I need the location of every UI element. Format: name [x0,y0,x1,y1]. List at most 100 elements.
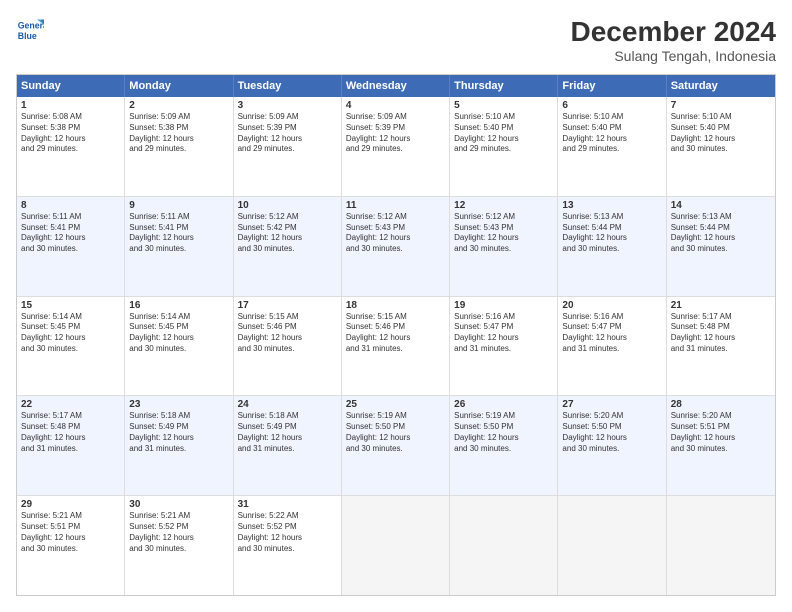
cell-text: Sunrise: 5:14 AM Sunset: 5:45 PM Dayligh… [21,312,120,355]
calendar-cell: 6 Sunrise: 5:10 AM Sunset: 5:40 PM Dayli… [558,97,666,196]
calendar-header: SundayMondayTuesdayWednesdayThursdayFrid… [17,75,775,97]
day-number: 14 [671,200,771,211]
title-block: December 2024 Sulang Tengah, Indonesia [571,16,776,64]
cell-text: Sunrise: 5:20 AM Sunset: 5:51 PM Dayligh… [671,411,771,454]
day-number: 2 [129,100,228,111]
day-number: 7 [671,100,771,111]
day-number: 25 [346,399,445,410]
cell-text: Sunrise: 5:12 AM Sunset: 5:43 PM Dayligh… [346,212,445,255]
day-number: 22 [21,399,120,410]
cell-text: Sunrise: 5:10 AM Sunset: 5:40 PM Dayligh… [562,112,661,155]
cell-text: Sunrise: 5:14 AM Sunset: 5:45 PM Dayligh… [129,312,228,355]
day-number: 12 [454,200,553,211]
calendar-cell: 10 Sunrise: 5:12 AM Sunset: 5:42 PM Dayl… [234,197,342,296]
cell-text: Sunrise: 5:11 AM Sunset: 5:41 PM Dayligh… [21,212,120,255]
calendar-row-3: 15 Sunrise: 5:14 AM Sunset: 5:45 PM Dayl… [17,297,775,397]
day-number: 17 [238,300,337,311]
cell-text: Sunrise: 5:15 AM Sunset: 5:46 PM Dayligh… [346,312,445,355]
calendar-cell: 5 Sunrise: 5:10 AM Sunset: 5:40 PM Dayli… [450,97,558,196]
calendar-cell [342,496,450,595]
calendar-cell: 7 Sunrise: 5:10 AM Sunset: 5:40 PM Dayli… [667,97,775,196]
cell-text: Sunrise: 5:17 AM Sunset: 5:48 PM Dayligh… [21,411,120,454]
calendar-cell: 12 Sunrise: 5:12 AM Sunset: 5:43 PM Dayl… [450,197,558,296]
cell-text: Sunrise: 5:13 AM Sunset: 5:44 PM Dayligh… [671,212,771,255]
cell-text: Sunrise: 5:21 AM Sunset: 5:52 PM Dayligh… [129,511,228,554]
day-header-saturday: Saturday [667,75,775,97]
logo: General Blue General Blue [16,16,44,44]
day-number: 18 [346,300,445,311]
day-number: 26 [454,399,553,410]
cell-text: Sunrise: 5:09 AM Sunset: 5:39 PM Dayligh… [346,112,445,155]
calendar-cell: 25 Sunrise: 5:19 AM Sunset: 5:50 PM Dayl… [342,396,450,495]
calendar: SundayMondayTuesdayWednesdayThursdayFrid… [16,74,776,596]
calendar-cell: 22 Sunrise: 5:17 AM Sunset: 5:48 PM Dayl… [17,396,125,495]
calendar-cell: 9 Sunrise: 5:11 AM Sunset: 5:41 PM Dayli… [125,197,233,296]
calendar-cell: 24 Sunrise: 5:18 AM Sunset: 5:49 PM Dayl… [234,396,342,495]
calendar-cell: 15 Sunrise: 5:14 AM Sunset: 5:45 PM Dayl… [17,297,125,396]
calendar-cell: 13 Sunrise: 5:13 AM Sunset: 5:44 PM Dayl… [558,197,666,296]
calendar-cell: 20 Sunrise: 5:16 AM Sunset: 5:47 PM Dayl… [558,297,666,396]
day-number: 5 [454,100,553,111]
calendar-cell: 1 Sunrise: 5:08 AM Sunset: 5:38 PM Dayli… [17,97,125,196]
cell-text: Sunrise: 5:19 AM Sunset: 5:50 PM Dayligh… [454,411,553,454]
day-number: 13 [562,200,661,211]
header: General Blue General Blue December 2024 … [16,16,776,64]
calendar-cell: 28 Sunrise: 5:20 AM Sunset: 5:51 PM Dayl… [667,396,775,495]
cell-text: Sunrise: 5:18 AM Sunset: 5:49 PM Dayligh… [129,411,228,454]
cell-text: Sunrise: 5:21 AM Sunset: 5:51 PM Dayligh… [21,511,120,554]
day-number: 4 [346,100,445,111]
day-header-tuesday: Tuesday [234,75,342,97]
calendar-cell [667,496,775,595]
day-number: 1 [21,100,120,111]
cell-text: Sunrise: 5:09 AM Sunset: 5:38 PM Dayligh… [129,112,228,155]
day-number: 8 [21,200,120,211]
svg-text:Blue: Blue [18,31,37,41]
cell-text: Sunrise: 5:10 AM Sunset: 5:40 PM Dayligh… [671,112,771,155]
cell-text: Sunrise: 5:20 AM Sunset: 5:50 PM Dayligh… [562,411,661,454]
calendar-cell: 4 Sunrise: 5:09 AM Sunset: 5:39 PM Dayli… [342,97,450,196]
calendar-cell: 21 Sunrise: 5:17 AM Sunset: 5:48 PM Dayl… [667,297,775,396]
cell-text: Sunrise: 5:15 AM Sunset: 5:46 PM Dayligh… [238,312,337,355]
calendar-row-1: 1 Sunrise: 5:08 AM Sunset: 5:38 PM Dayli… [17,97,775,197]
day-number: 20 [562,300,661,311]
day-number: 24 [238,399,337,410]
calendar-cell: 2 Sunrise: 5:09 AM Sunset: 5:38 PM Dayli… [125,97,233,196]
calendar-cell: 29 Sunrise: 5:21 AM Sunset: 5:51 PM Dayl… [17,496,125,595]
cell-text: Sunrise: 5:08 AM Sunset: 5:38 PM Dayligh… [21,112,120,155]
day-number: 28 [671,399,771,410]
calendar-row-2: 8 Sunrise: 5:11 AM Sunset: 5:41 PM Dayli… [17,197,775,297]
calendar-cell: 30 Sunrise: 5:21 AM Sunset: 5:52 PM Dayl… [125,496,233,595]
day-number: 16 [129,300,228,311]
calendar-cell: 18 Sunrise: 5:15 AM Sunset: 5:46 PM Dayl… [342,297,450,396]
day-number: 31 [238,499,337,510]
day-header-friday: Friday [558,75,666,97]
day-header-sunday: Sunday [17,75,125,97]
day-header-monday: Monday [125,75,233,97]
day-header-wednesday: Wednesday [342,75,450,97]
cell-text: Sunrise: 5:17 AM Sunset: 5:48 PM Dayligh… [671,312,771,355]
day-header-thursday: Thursday [450,75,558,97]
cell-text: Sunrise: 5:19 AM Sunset: 5:50 PM Dayligh… [346,411,445,454]
day-number: 23 [129,399,228,410]
calendar-cell: 31 Sunrise: 5:22 AM Sunset: 5:52 PM Dayl… [234,496,342,595]
logo-icon: General Blue [16,16,44,44]
day-number: 15 [21,300,120,311]
calendar-body: 1 Sunrise: 5:08 AM Sunset: 5:38 PM Dayli… [17,97,775,595]
day-number: 30 [129,499,228,510]
day-number: 27 [562,399,661,410]
day-number: 6 [562,100,661,111]
calendar-cell: 14 Sunrise: 5:13 AM Sunset: 5:44 PM Dayl… [667,197,775,296]
calendar-cell: 19 Sunrise: 5:16 AM Sunset: 5:47 PM Dayl… [450,297,558,396]
calendar-cell: 26 Sunrise: 5:19 AM Sunset: 5:50 PM Dayl… [450,396,558,495]
calendar-cell: 27 Sunrise: 5:20 AM Sunset: 5:50 PM Dayl… [558,396,666,495]
page: General Blue General Blue December 2024 … [0,0,792,612]
calendar-row-5: 29 Sunrise: 5:21 AM Sunset: 5:51 PM Dayl… [17,496,775,595]
day-number: 29 [21,499,120,510]
cell-text: Sunrise: 5:11 AM Sunset: 5:41 PM Dayligh… [129,212,228,255]
cell-text: Sunrise: 5:10 AM Sunset: 5:40 PM Dayligh… [454,112,553,155]
calendar-row-4: 22 Sunrise: 5:17 AM Sunset: 5:48 PM Dayl… [17,396,775,496]
day-number: 21 [671,300,771,311]
day-number: 9 [129,200,228,211]
cell-text: Sunrise: 5:22 AM Sunset: 5:52 PM Dayligh… [238,511,337,554]
calendar-cell: 23 Sunrise: 5:18 AM Sunset: 5:49 PM Dayl… [125,396,233,495]
